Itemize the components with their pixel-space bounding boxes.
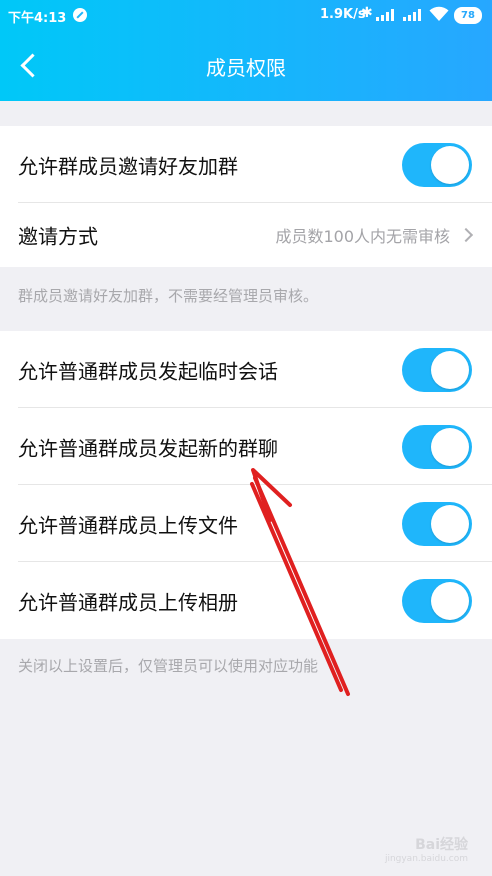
invite-method-row[interactable]: 邀请方式 成员数100人内无需审核 xyxy=(0,203,492,267)
network-speed: 1.9K/s xyxy=(320,7,366,22)
watermark: Bai经验 jingyan.baidu.com xyxy=(385,834,468,864)
permissions-hint: 关闭以上设置后，仅管理员可以使用对应功能 xyxy=(18,657,319,675)
wifi-icon xyxy=(429,6,449,21)
invite-method-label: 邀请方式 xyxy=(18,224,98,249)
permission-label: 允许普通群成员上传相册 xyxy=(18,590,238,614)
toggle-knob xyxy=(431,504,469,543)
watermark-brand: Bai经验 xyxy=(415,837,468,853)
invite-method-value: 成员数100人内无需审核 xyxy=(275,227,450,246)
allow-invite-row: 允许群成员邀请好友加群 xyxy=(0,126,492,203)
page-title: 成员权限 xyxy=(206,56,286,80)
do-not-disturb-icon xyxy=(73,8,87,22)
chevron-right-icon xyxy=(458,227,474,243)
signal-icon xyxy=(403,9,421,21)
signal-icon xyxy=(376,9,394,21)
toggle-knob xyxy=(431,145,469,184)
header-bar: 下午4:13 1.9K/s ✱ 78 成员权限 xyxy=(0,0,492,101)
allow-invite-toggle[interactable] xyxy=(402,142,472,187)
permission-row: 允许普通群成员上传相册 xyxy=(0,562,492,639)
new-group-chat-toggle[interactable] xyxy=(402,424,472,469)
invite-settings-group: 允许群成员邀请好友加群 邀请方式 成员数100人内无需审核 xyxy=(0,126,492,267)
battery-icon: 78 xyxy=(454,7,482,24)
allow-invite-label: 允许群成员邀请好友加群 xyxy=(18,154,238,178)
permission-row: 允许普通群成员发起新的群聊 xyxy=(0,408,492,485)
permission-label: 允许普通群成员发起临时会话 xyxy=(18,359,278,383)
invite-hint: 群成员邀请好友加群，不需要经管理员审核。 xyxy=(18,287,319,305)
toggle-knob xyxy=(431,581,469,620)
member-permissions-group: 允许普通群成员发起临时会话 允许普通群成员发起新的群聊 允许普通群成员上传文件 … xyxy=(0,331,492,639)
permission-row: 允许普通群成员发起临时会话 xyxy=(0,331,492,408)
permission-label: 允许普通群成员发起新的群聊 xyxy=(18,436,278,460)
toggle-knob xyxy=(431,350,469,389)
upload-album-toggle[interactable] xyxy=(402,578,472,623)
upload-file-toggle[interactable] xyxy=(402,501,472,546)
temp-chat-toggle[interactable] xyxy=(402,347,472,392)
status-bar: 下午4:13 1.9K/s ✱ 78 xyxy=(0,0,492,30)
bluetooth-icon: ✱ xyxy=(361,5,373,21)
status-time: 下午4:13 xyxy=(8,11,67,26)
watermark-url: jingyan.baidu.com xyxy=(384,854,468,864)
toggle-knob xyxy=(431,427,469,466)
permission-label: 允许普通群成员上传文件 xyxy=(18,513,238,537)
permission-row: 允许普通群成员上传文件 xyxy=(0,485,492,562)
